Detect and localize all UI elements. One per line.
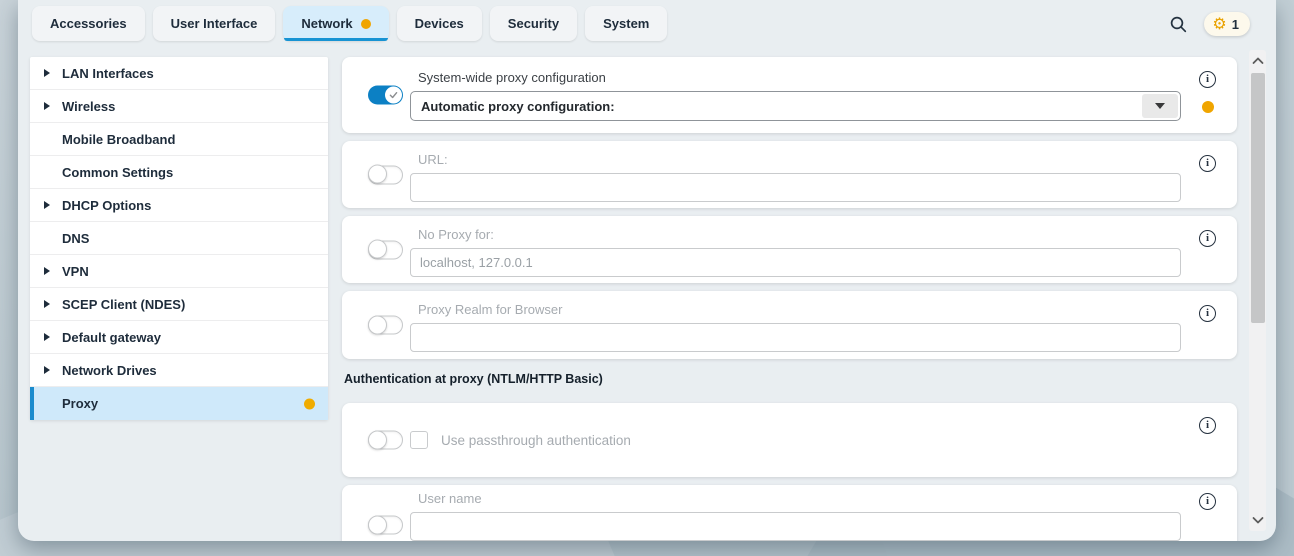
tab-user-interface[interactable]: User Interface <box>153 6 276 41</box>
toggle-passthrough-auth[interactable] <box>368 431 403 450</box>
changed-settings-badge[interactable]: ⚙ 1 <box>1204 12 1250 36</box>
toggle-url[interactable] <box>368 165 403 184</box>
sidebar-item-label: Common Settings <box>62 165 173 180</box>
sidebar-item-proxy[interactable]: Proxy <box>30 387 328 420</box>
field-label: Proxy Realm for Browser <box>418 302 1177 317</box>
info-icon[interactable]: i <box>1199 493 1216 510</box>
desktop-background: { "colors": { "accent_blue": "#1793d3", … <box>0 0 1294 556</box>
expand-arrow-icon <box>44 69 62 77</box>
toggle-knob <box>368 515 387 534</box>
setting-card-user-name: User name i <box>342 485 1237 541</box>
tab-label: Network <box>301 16 352 31</box>
sidebar-item-lan-interfaces[interactable]: LAN Interfaces <box>30 57 328 90</box>
toggle-knob <box>368 240 387 259</box>
setting-card-proxy-realm: Proxy Realm for Browser i <box>342 291 1237 359</box>
sidebar-item-common-settings[interactable]: Common Settings <box>30 156 328 189</box>
sidebar-item-label: Network Drives <box>62 363 157 378</box>
tab-accessories[interactable]: Accessories <box>32 6 145 41</box>
expand-arrow-icon <box>44 366 62 374</box>
info-icon[interactable]: i <box>1199 71 1216 88</box>
expand-arrow-icon <box>44 333 62 341</box>
expand-arrow-icon <box>44 300 62 308</box>
expand-arrow-icon <box>44 102 62 110</box>
tab-label: Accessories <box>50 16 127 31</box>
sidebar-item-label: Wireless <box>62 99 115 114</box>
sidebar-item-wireless[interactable]: Wireless <box>30 90 328 123</box>
sidebar-item-dns[interactable]: DNS <box>30 222 328 255</box>
sidebar-item-label: Mobile Broadband <box>62 132 175 147</box>
sidebar-item-scep-client[interactable]: SCEP Client (NDES) <box>30 288 328 321</box>
sidebar-item-label: DHCP Options <box>62 198 151 213</box>
expand-arrow-icon <box>44 267 62 275</box>
sidebar-item-label: LAN Interfaces <box>62 66 154 81</box>
url-input[interactable] <box>410 173 1181 202</box>
change-dot-icon <box>304 398 315 409</box>
toggle-no-proxy-for[interactable] <box>368 240 403 259</box>
tab-system[interactable]: System <box>585 6 667 41</box>
info-icon[interactable]: i <box>1199 417 1216 434</box>
tab-network[interactable]: Network <box>283 6 388 41</box>
sidebar-item-label: VPN <box>62 264 89 279</box>
sidebar-item-default-gateway[interactable]: Default gateway <box>30 321 328 354</box>
user-name-input[interactable] <box>410 512 1181 541</box>
sidebar-item-mobile-broadband[interactable]: Mobile Broadband <box>30 123 328 156</box>
proxy-realm-input[interactable] <box>410 323 1181 352</box>
toggle-knob <box>385 87 402 104</box>
field-label: System-wide proxy configuration <box>418 70 1177 85</box>
sidebar-item-network-drives[interactable]: Network Drives <box>30 354 328 387</box>
field-label: User name <box>418 491 1177 506</box>
section-header-authentication: Authentication at proxy (NTLM/HTTP Basic… <box>344 372 1237 386</box>
select-value: Automatic proxy configuration: <box>421 99 615 114</box>
change-dot-icon <box>1202 101 1214 113</box>
sidebar-item-label: Default gateway <box>62 330 161 345</box>
passthrough-auth-checkbox[interactable] <box>410 431 428 449</box>
no-proxy-for-input[interactable] <box>410 248 1181 277</box>
toggle-system-wide-proxy[interactable] <box>368 86 403 105</box>
setting-card-proxy-configuration: System-wide proxy configuration Automati… <box>342 57 1237 133</box>
tab-security[interactable]: Security <box>490 6 577 41</box>
info-icon[interactable]: i <box>1199 230 1216 247</box>
info-icon[interactable]: i <box>1199 155 1216 172</box>
settings-panel: System-wide proxy configuration Automati… <box>342 57 1237 541</box>
search-icon[interactable] <box>1167 13 1189 35</box>
tab-label: User Interface <box>171 16 258 31</box>
tab-label: Security <box>508 16 559 31</box>
tab-bar: Accessories User Interface Network Devic… <box>32 6 667 41</box>
expand-arrow-icon <box>44 201 62 209</box>
sidebar-item-label: SCEP Client (NDES) <box>62 297 185 312</box>
changed-settings-count: 1 <box>1232 17 1239 32</box>
scroll-up-icon[interactable] <box>1249 53 1266 69</box>
change-dot-icon <box>361 19 371 29</box>
sidebar: LAN Interfaces Wireless Mobile Broadband… <box>30 57 328 420</box>
scroll-down-icon[interactable] <box>1249 512 1266 528</box>
sidebar-item-dhcp-options[interactable]: DHCP Options <box>30 189 328 222</box>
sidebar-item-label: Proxy <box>62 396 98 411</box>
tab-label: Devices <box>415 16 464 31</box>
field-label: URL: <box>418 152 1177 167</box>
tab-devices[interactable]: Devices <box>397 6 482 41</box>
tab-label: System <box>603 16 649 31</box>
toggle-user-name[interactable] <box>368 516 403 535</box>
proxy-mode-select[interactable]: Automatic proxy configuration: <box>410 91 1181 121</box>
gear-icon: ⚙ <box>1212 16 1226 32</box>
info-icon[interactable]: i <box>1199 305 1216 322</box>
toggle-knob <box>368 430 387 449</box>
sidebar-item-label: DNS <box>62 231 89 246</box>
field-label: No Proxy for: <box>418 227 1177 242</box>
chevron-down-icon <box>1155 103 1165 109</box>
toggle-knob <box>368 165 387 184</box>
toggle-proxy-realm[interactable] <box>368 316 403 335</box>
select-dropdown-button[interactable] <box>1142 94 1178 118</box>
app-window: Accessories User Interface Network Devic… <box>18 0 1276 541</box>
setting-card-no-proxy-for: No Proxy for: i <box>342 216 1237 283</box>
setting-card-url: URL: i <box>342 141 1237 208</box>
sidebar-item-vpn[interactable]: VPN <box>30 255 328 288</box>
topbar-actions: ⚙ 1 <box>1167 12 1250 36</box>
checkbox-label: Use passthrough authentication <box>441 433 631 448</box>
toggle-knob <box>368 315 387 334</box>
setting-card-passthrough-auth: Use passthrough authentication i <box>342 403 1237 477</box>
scrollbar-thumb[interactable] <box>1251 73 1265 323</box>
vertical-scrollbar[interactable] <box>1249 50 1266 531</box>
